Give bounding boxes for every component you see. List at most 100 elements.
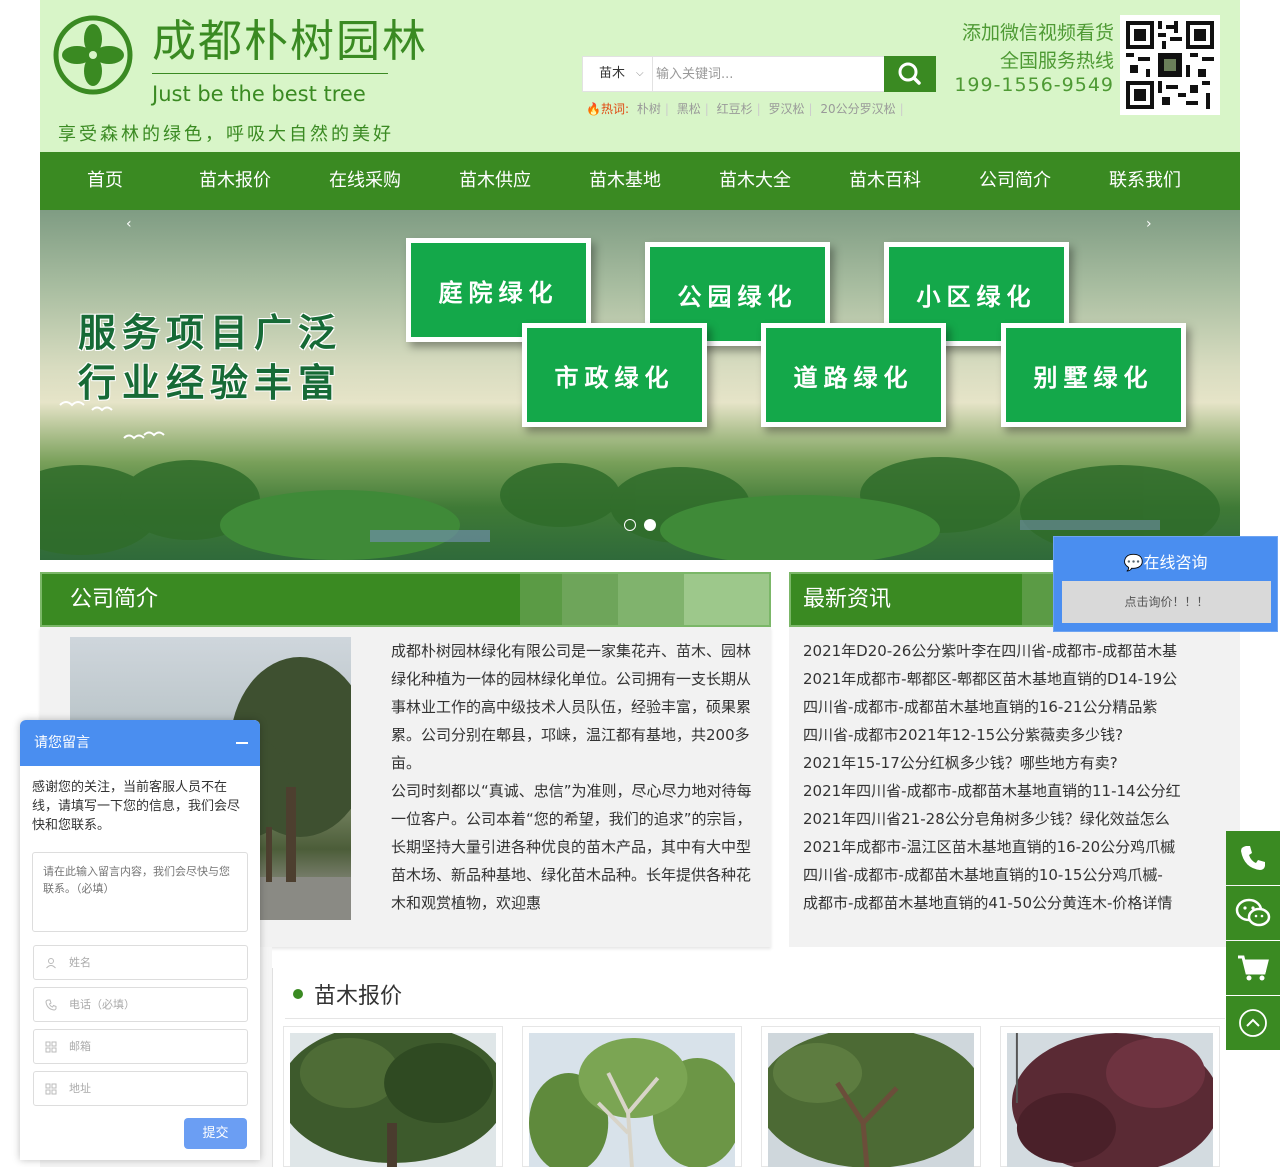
header-stripe bbox=[618, 574, 684, 625]
email-placeholder: 邮箱 bbox=[69, 1040, 91, 1053]
wechat-qr-code bbox=[1120, 15, 1220, 115]
banner-headline-line2: 行业经验丰富 bbox=[78, 360, 343, 405]
wechat-line: 添加微信视频看货 bbox=[961, 22, 1114, 44]
news-item[interactable]: 成都市-成都苗木基地直销的41-50公分黄连木-价格详情 bbox=[803, 889, 1233, 917]
hotline-phone[interactable]: 199-1556-9549 bbox=[952, 74, 1114, 96]
phone-icon bbox=[1241, 846, 1265, 870]
service-box-villa: 别墅绿化 bbox=[1001, 323, 1186, 427]
hot-word[interactable]: 罗汉松 bbox=[769, 102, 805, 116]
news-item[interactable]: 2021年四川省-成都市-成都苗木基地直销的11-14公分红 bbox=[803, 777, 1233, 805]
hotline-label: 全国服务热线 bbox=[999, 50, 1114, 72]
phone-placeholder: 电话（必填） bbox=[69, 998, 135, 1011]
news-title[interactable]: 最新资讯 bbox=[803, 574, 891, 625]
nav-item-contact[interactable]: 联系我们 bbox=[1080, 152, 1210, 210]
hot-word[interactable]: 黑松 bbox=[677, 102, 701, 116]
news-item[interactable]: 四川省-成都市2021年12-15公分紫薇卖多少钱? bbox=[803, 721, 1233, 749]
banner-next-arrow[interactable]: › bbox=[1146, 216, 1152, 232]
divider: | bbox=[808, 102, 813, 116]
slide-indicator-1[interactable] bbox=[624, 519, 636, 531]
address-field[interactable]: 地址 bbox=[33, 1071, 248, 1106]
product-card[interactable] bbox=[1000, 1026, 1220, 1167]
product-card[interactable] bbox=[757, 1026, 985, 1167]
name-placeholder: 姓名 bbox=[69, 956, 91, 969]
news-item[interactable]: 四川省-成都市-成都苗木基地直销的10-15公分鸡爪槭- bbox=[803, 861, 1233, 889]
header-stripe bbox=[562, 574, 618, 625]
header-stripe bbox=[684, 574, 769, 625]
divider: | bbox=[704, 102, 709, 116]
side-back-to-top-button[interactable] bbox=[1226, 996, 1280, 1050]
search-button[interactable] bbox=[884, 56, 936, 92]
minimize-icon[interactable] bbox=[236, 742, 248, 744]
tagline-cn: 享受森林的绿色，呼吸大自然的美好 bbox=[58, 124, 394, 145]
qr-code-icon bbox=[1126, 21, 1214, 109]
search-icon bbox=[898, 62, 921, 85]
user-icon bbox=[46, 958, 56, 969]
service-box-road: 道路绿化 bbox=[761, 323, 946, 427]
hot-word[interactable]: 红豆杉 bbox=[717, 102, 753, 116]
message-content-input[interactable] bbox=[32, 852, 248, 932]
arrow-up-icon bbox=[1239, 1009, 1267, 1037]
intro-paragraph: 成都朴树园林绿化有限公司是一家集花卉、苗木、园林绿化种植为一体的园林绿化单位。公… bbox=[391, 642, 752, 772]
inquiry-button[interactable]: 点击询价！！！ bbox=[1062, 581, 1271, 623]
nav-item-supply[interactable]: 苗木供应 bbox=[430, 152, 560, 210]
nav-item-purchase[interactable]: 在线采购 bbox=[300, 152, 430, 210]
divider: | bbox=[664, 102, 669, 116]
hot-words: 🔥热词: 朴树 | 黑松 | 红豆杉 | 罗汉松 | 20公分罗汉松 | bbox=[586, 100, 904, 117]
email-field[interactable]: 邮箱 bbox=[33, 1029, 248, 1064]
side-phone-button[interactable] bbox=[1226, 831, 1280, 885]
nav-item-base[interactable]: 苗木基地 bbox=[560, 152, 690, 210]
email-icon bbox=[45, 1041, 57, 1053]
tagline-en: Just be the best tree bbox=[152, 82, 366, 106]
news-item[interactable]: 四川省-成都市-成都苗木基地直销的16-21公分精品紫 bbox=[803, 693, 1233, 721]
leave-message-title: 请您留言 bbox=[34, 735, 90, 751]
products-title-text: 苗木报价 bbox=[314, 984, 403, 1009]
hero-banner[interactable]: ‹ › 服务项目广泛 行业经验丰富 庭院绿化 公园绿化 小区绿化 市政绿化 道路… bbox=[40, 210, 1240, 560]
logo-icon[interactable] bbox=[53, 15, 133, 95]
news-item[interactable]: 2021年15-17公分红枫多少钱？哪些地方有卖? bbox=[803, 749, 1233, 777]
chat-bubble-icon: 💬 bbox=[1123, 553, 1144, 572]
side-cart-button[interactable] bbox=[1226, 941, 1280, 995]
news-item[interactable]: 2021年四川省21-28公分皂角树多少钱？绿化效益怎么 bbox=[803, 805, 1233, 833]
nav-item-catalog[interactable]: 苗木大全 bbox=[690, 152, 820, 210]
slide-indicator-2-active[interactable] bbox=[644, 519, 656, 531]
name-field[interactable]: 姓名 bbox=[33, 945, 248, 980]
service-box-municipal: 市政绿化 bbox=[522, 323, 707, 427]
hot-word[interactable]: 朴树 bbox=[637, 102, 661, 116]
banner-headline-line1: 服务项目广泛 bbox=[78, 310, 343, 355]
nav-item-quotes[interactable]: 苗木报价 bbox=[170, 152, 300, 210]
hot-word[interactable]: 20公分罗汉松 bbox=[820, 102, 895, 116]
nav-item-home[interactable]: 首页 bbox=[40, 152, 170, 210]
search-input[interactable] bbox=[654, 57, 884, 91]
wechat-icon bbox=[1235, 898, 1271, 927]
product-card[interactable] bbox=[522, 1026, 742, 1167]
main-nav: 首页 苗木报价 在线采购 苗木供应 苗木基地 苗木大全 苗木百科 公司简介 联系… bbox=[40, 152, 1240, 210]
search-bar: 苗木 ⌵ bbox=[582, 56, 936, 92]
product-card[interactable] bbox=[279, 1023, 507, 1167]
search-category-label: 苗木 bbox=[599, 66, 626, 81]
search-category-select[interactable]: 苗木 ⌵ bbox=[583, 57, 653, 91]
brand-name[interactable]: 成都朴树园林 bbox=[152, 14, 428, 70]
submit-button[interactable]: 提交 bbox=[184, 1118, 247, 1149]
banner-prev-arrow[interactable]: ‹ bbox=[126, 216, 132, 232]
nav-item-encyclopedia[interactable]: 苗木百科 bbox=[820, 152, 950, 210]
news-body: 2021年D20-26公分紫叶李在四川省-成都市-成都苗木基 2021年成都市-… bbox=[789, 627, 1240, 947]
intro-paragraph: 公司时刻都以“真诚、忠信”为准则，尽心尽力地对待每一位客户。公司本着“您的希望，… bbox=[391, 782, 752, 912]
side-wechat-button[interactable] bbox=[1226, 886, 1280, 940]
news-item[interactable]: 2021年成都市-郫都区-郫都区苗木基地直销的D14-19公 bbox=[803, 665, 1233, 693]
leave-message-intro: 感谢您的关注，当前客服人员不在线，请填写一下您的信息，我们会尽快和您联系。 bbox=[32, 780, 241, 833]
divider bbox=[272, 968, 273, 1167]
product-image bbox=[1007, 1033, 1220, 1167]
leave-message-header: 请您留言 bbox=[20, 720, 260, 766]
news-item[interactable]: 2021年成都市-温江区苗木基地直销的16-20公分鸡爪槭 bbox=[803, 833, 1233, 861]
divider bbox=[285, 1018, 1225, 1019]
divider: | bbox=[756, 102, 761, 116]
phone-field[interactable]: 电话（必填） bbox=[33, 987, 248, 1022]
header-stripe bbox=[520, 574, 562, 625]
news-item[interactable]: 2021年D20-26公分紫叶李在四川省-成都市-成都苗木基 bbox=[803, 637, 1233, 665]
nav-item-about[interactable]: 公司简介 bbox=[950, 152, 1080, 210]
consult-title[interactable]: 💬在线咨询 bbox=[1054, 549, 1277, 573]
products-title[interactable]: 苗木报价 bbox=[292, 978, 402, 1010]
online-consult-widget: 💬在线咨询 点击询价！！！ bbox=[1053, 536, 1278, 632]
news-list: 2021年D20-26公分紫叶李在四川省-成都市-成都苗木基 2021年成都市-… bbox=[803, 637, 1233, 917]
intro-title[interactable]: 公司简介 bbox=[70, 574, 158, 625]
